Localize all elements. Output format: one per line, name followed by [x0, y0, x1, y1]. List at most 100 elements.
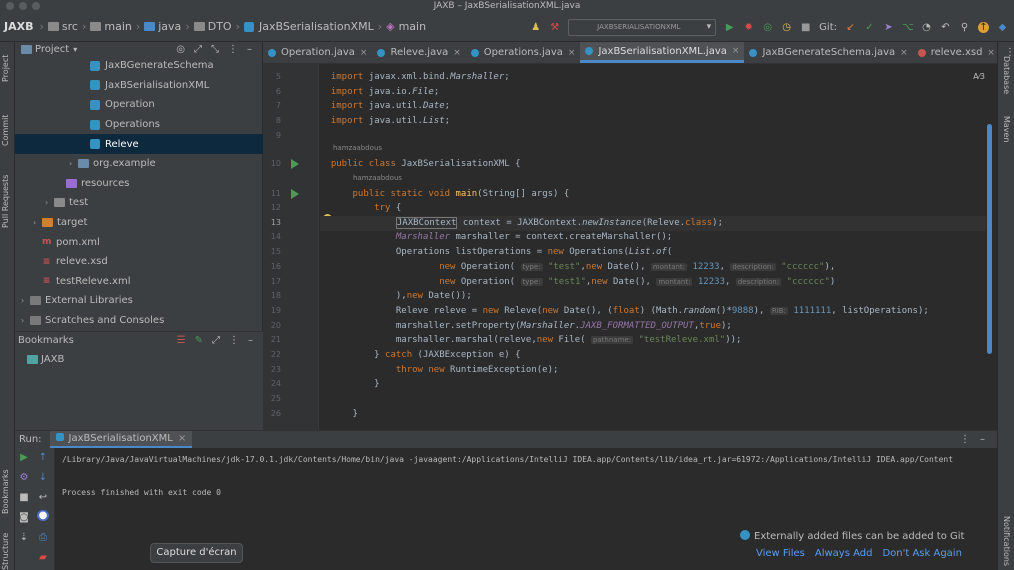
rerun-icon[interactable]: ▶	[18, 452, 30, 463]
tree-item[interactable]: resources	[15, 174, 263, 194]
coverage-icon[interactable]: ◎	[762, 22, 773, 33]
print-icon[interactable]: ⎙	[37, 532, 49, 543]
debug-icon[interactable]: ✹	[743, 22, 754, 33]
tree-item[interactable]: m pom.xml	[15, 232, 263, 252]
run-gutter-icon[interactable]	[291, 189, 299, 199]
code-line[interactable]: new Operation( type: "test1",new Date(),…	[320, 275, 835, 290]
code-editor[interactable]: 5 6 7 8 9 10 11 12 13 14 15 16 17 18 19 20 21 22 23 24 25 26 …	[263, 64, 997, 430]
rollback-icon[interactable]: ↶	[940, 22, 951, 33]
breadcrumb-java[interactable]: java	[158, 20, 181, 33]
tree-item[interactable]: ≡ releve.xsd	[15, 252, 263, 272]
editor-tab[interactable]: Releve.java ×	[372, 42, 465, 63]
expand-icon[interactable]: ⤢	[194, 44, 202, 55]
tree-item[interactable]: Operations	[15, 115, 263, 135]
stop-icon[interactable]: ■	[800, 22, 811, 33]
tree-item[interactable]: › org.example	[15, 154, 263, 174]
stop-icon[interactable]: ■	[18, 492, 30, 503]
scroll-down-icon[interactable]: ↓	[37, 472, 49, 483]
git-commit-icon[interactable]: ✓	[864, 22, 875, 33]
soft-wrap-icon[interactable]: ↩	[37, 492, 49, 503]
hide-icon[interactable]: –	[248, 335, 253, 346]
close-icon[interactable]: ×	[732, 46, 740, 56]
search-icon[interactable]: ⚲	[959, 22, 970, 33]
code-line[interactable]: import java.util.Date;	[320, 99, 450, 114]
git-push-icon[interactable]: ➤	[883, 22, 894, 33]
expand-icon[interactable]: ⤢	[212, 335, 220, 346]
code-line[interactable]: marshaller.marshal(releve,new File( path…	[320, 333, 742, 348]
hide-icon[interactable]: –	[980, 434, 985, 445]
code-line[interactable]: import java.io.File;	[320, 85, 439, 100]
locate-icon[interactable]: ◎	[176, 44, 185, 55]
tree-item[interactable]: Operation	[15, 95, 263, 115]
breadcrumb-project[interactable]: JAXB	[4, 20, 33, 33]
close-icon[interactable]: ×	[900, 48, 908, 58]
chevron-right-icon[interactable]: ›	[33, 218, 42, 227]
code-line[interactable]: Releve releve = new Releve(new Date(), (…	[320, 304, 929, 319]
code-line[interactable]: try {	[320, 201, 401, 216]
close-icon[interactable]: ×	[987, 48, 995, 58]
close-icon[interactable]: ×	[178, 433, 186, 444]
tool-window-bookmarks[interactable]: Bookmarks	[1, 469, 10, 514]
breadcrumb-class[interactable]: JaxBSerialisationXML	[259, 20, 374, 33]
editor-tab[interactable]: JaxBGenerateSchema.java ×	[744, 42, 912, 63]
chevron-right-icon[interactable]: ›	[45, 198, 54, 207]
more-icon[interactable]: ⋮	[229, 335, 239, 346]
chevron-right-icon[interactable]: ›	[69, 159, 78, 168]
code-line[interactable]	[320, 129, 331, 144]
trash-icon[interactable]: ▰	[37, 552, 49, 563]
code-line[interactable]: public class JaxBSerialisationXML {	[320, 157, 521, 172]
ide-logo-icon[interactable]: ◆	[997, 22, 1008, 33]
collapse-icon[interactable]: ⤡	[211, 44, 219, 55]
tool-window-project[interactable]: Project	[1, 55, 10, 82]
editor-scrollbar[interactable]	[987, 124, 992, 354]
pin-icon[interactable]: ⇣	[18, 532, 30, 543]
updates-icon[interactable]: ↑	[978, 21, 989, 33]
code-line[interactable]: import java.util.List;	[320, 114, 450, 129]
breadcrumb-src[interactable]: src	[62, 20, 78, 33]
tool-window-structure[interactable]: Structure	[1, 533, 10, 570]
git-update-icon[interactable]: ↙	[845, 22, 856, 33]
code-line[interactable]: } catch (JAXBException e) {	[320, 348, 520, 363]
bookmark-item[interactable]: JAXB	[15, 349, 263, 369]
editor-tab[interactable]: JaxBSerialisationXML.java ×	[580, 42, 745, 63]
chevron-right-icon[interactable]: ›	[21, 296, 30, 305]
tree-item[interactable]: ≡ testReleve.xml	[15, 272, 263, 292]
more-icon[interactable]: ⋮	[228, 44, 238, 55]
tree-item[interactable]: › Scratches and Consoles	[15, 311, 263, 331]
scroll-up-icon[interactable]: ↑	[37, 452, 49, 463]
tree-item[interactable]: › External Libraries	[15, 291, 263, 311]
more-tabs-icon[interactable]: ⋮	[1000, 42, 1014, 63]
code-line[interactable]: }	[320, 377, 379, 392]
close-icon[interactable]: ×	[360, 48, 368, 58]
code-line[interactable]: ),new Date());	[320, 289, 472, 304]
run-tab[interactable]: JaxBSerialisationXML ×	[49, 431, 193, 448]
history-icon[interactable]: ◔	[921, 22, 932, 33]
chevron-right-icon[interactable]: ›	[21, 316, 30, 325]
code-line[interactable]: Marshaller marshaller = context.createMa…	[320, 230, 672, 245]
inspection-widget[interactable]: A⁄3	[973, 72, 985, 81]
dont-ask-again-link[interactable]: Don't Ask Again	[882, 548, 961, 559]
code-line[interactable]: marshaller.setProperty(Marshaller.JAXB_F…	[320, 319, 732, 334]
close-icon[interactable]: ×	[568, 48, 576, 58]
record-icon[interactable]: ●	[37, 510, 49, 521]
settings-icon[interactable]: ⚙	[18, 472, 30, 483]
tool-window-maven[interactable]: Maven	[1002, 116, 1011, 143]
edit-icon[interactable]: ✎	[195, 335, 203, 346]
run-configuration-select[interactable]: JAXBSERIALISATIONXML	[568, 18, 717, 36]
tree-item[interactable]: JaxBGenerateSchema	[15, 56, 263, 76]
run-gutter-icon[interactable]	[291, 159, 299, 169]
more-icon[interactable]: ⋮	[960, 434, 970, 445]
window-controls[interactable]	[6, 2, 40, 10]
run-icon[interactable]: ▶	[724, 22, 735, 33]
always-add-link[interactable]: Always Add	[815, 548, 873, 559]
tree-item[interactable]: › target	[15, 213, 263, 233]
editor-tab[interactable]: Operation.java ×	[263, 42, 372, 63]
code-line[interactable]: throw new RuntimeException(e);	[320, 363, 559, 378]
add-user-icon[interactable]: ♟	[530, 22, 541, 33]
git-branch-icon[interactable]: ⌥	[902, 22, 914, 33]
breadcrumb-method[interactable]: main	[399, 20, 426, 33]
code-line[interactable]: Operations listOperations = new Operatio…	[320, 245, 672, 260]
tree-item[interactable]: JaxBSerialisationXML	[15, 76, 263, 96]
tool-window-pull-requests[interactable]: Pull Requests	[1, 175, 10, 228]
code-line[interactable]: new Operation( type: "test",new Date(), …	[320, 260, 835, 275]
